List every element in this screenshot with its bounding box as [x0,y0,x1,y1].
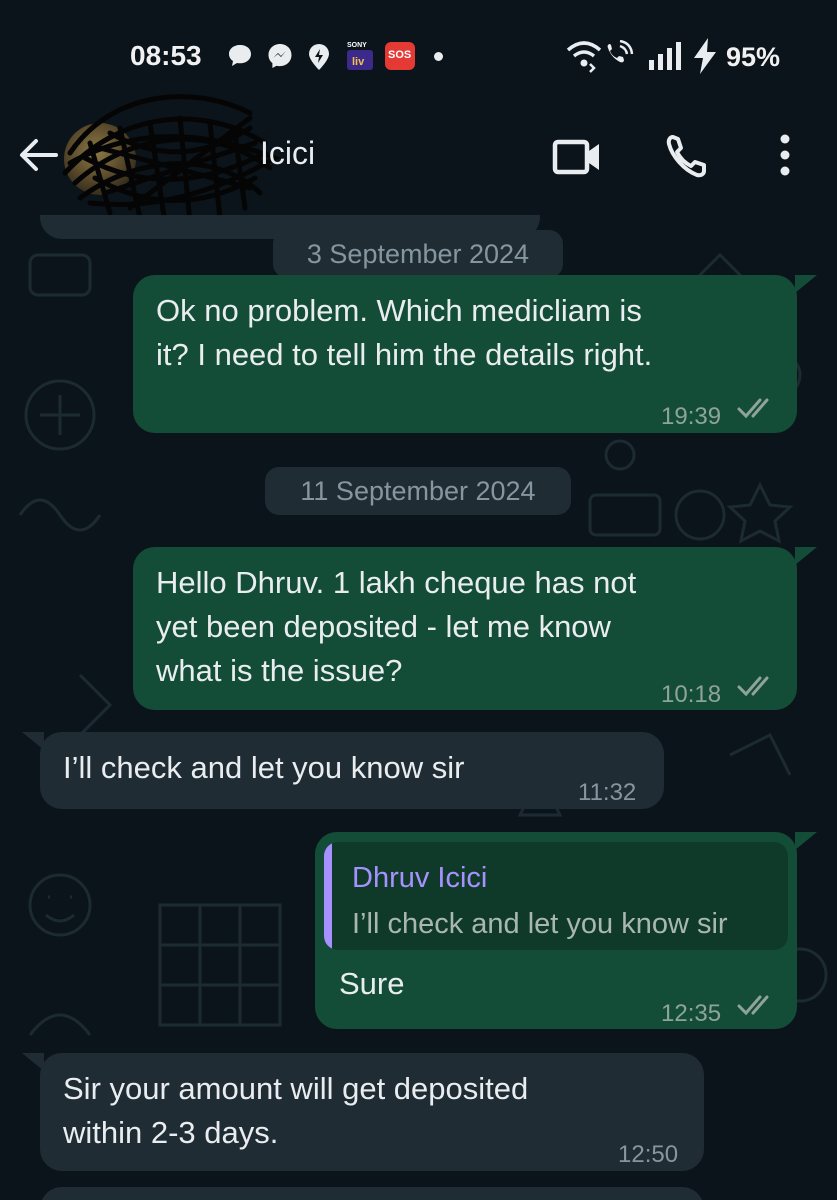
contact-name[interactable]: Icici [260,135,315,172]
quoted-message[interactable]: Dhruv Icici I’ll check and let you know … [324,842,788,950]
quoted-text: I’ll check and let you know sir [352,908,728,940]
message-text: I’ll check and let you know sir [63,750,465,785]
message-bubble[interactable]: I’ll check and let you know sir 11:32 [40,732,664,809]
redaction-scribble [62,94,281,226]
message-text: it? I need to tell him the details right… [156,337,653,372]
svg-text:SONY: SONY [347,42,367,49]
sos-label: SOS [388,49,412,61]
message-time: 12:35 [661,1000,722,1027]
message-text: Hello Dhruv. 1 lakh cheque has not [156,565,637,600]
charging-icon [694,38,716,74]
status-time: 08:53 [130,40,202,71]
next-message-fragment [40,1187,704,1200]
chat-area[interactable]: 3 September 2024 Ok no problem. Which me… [0,215,837,1200]
message-text: yet been deposited - let me know [156,609,611,644]
message-time: 11:32 [578,779,637,806]
bubble-tail [795,275,817,293]
message-time: 12:50 [618,1141,679,1168]
read-receipt-icon [737,398,769,419]
quoted-sender-name: Dhruv Icici [352,862,488,894]
quote-accent-bar [324,842,332,950]
voice-call-icon[interactable] [664,133,712,181]
sos-icon: SOS [385,42,415,70]
message-text: what is the issue? [156,653,403,688]
more-notifications-dot [434,52,443,61]
wifi-calling-icon [566,40,634,73]
read-receipt-icon [737,676,769,697]
message-text: Sure [339,966,405,1001]
chat-header: Icici [0,94,837,226]
notification-icon [309,44,329,70]
svg-text:liv: liv [352,56,365,68]
message-bubble[interactable]: Ok no problem. Which medicliam is it? I … [133,275,797,433]
video-call-icon[interactable] [552,135,602,179]
signal-icon [649,42,681,70]
date-separator: 11 September 2024 [265,467,571,515]
read-receipt-icon [737,995,769,1016]
message-text: Ok no problem. Which medicliam is [156,293,642,328]
message-time: 10:18 [661,681,722,708]
message-bubble[interactable]: Hello Dhruv. 1 lakh cheque has not yet b… [133,547,797,710]
more-options-icon[interactable] [770,131,800,179]
bubble-tail [795,547,817,565]
message-bubble[interactable]: Sir your amount will get deposited withi… [40,1053,704,1171]
sony-liv-icon: SONY liv [345,40,375,70]
message-time: 19:39 [661,403,722,430]
message-text: within 2-3 days. [63,1115,279,1150]
message-bubble[interactable]: Dhruv Icici I’ll check and let you know … [315,832,797,1029]
date-separator: 3 September 2024 [273,230,563,278]
messenger-icon [268,44,292,68]
bubble-tail [795,832,817,850]
message-text: Sir your amount will get deposited [63,1071,529,1106]
chat-bubble-icon [229,45,251,66]
battery-percentage: 95% [726,42,781,72]
